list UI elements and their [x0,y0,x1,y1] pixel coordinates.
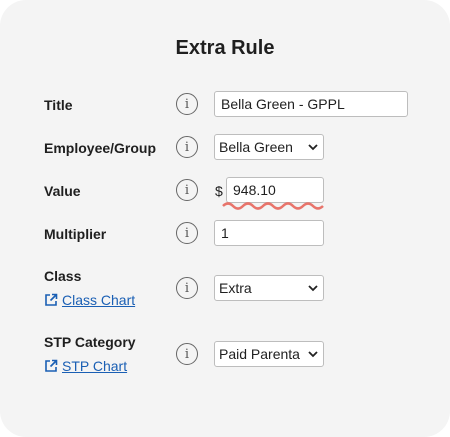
class-chart-link[interactable]: Class Chart [44,292,135,308]
class-chart-link-label: Class Chart [62,292,136,308]
info-icon[interactable]: i [176,343,198,365]
multiplier-input[interactable]: 1 [214,220,324,246]
employee-select-value: Bella Green [219,139,293,155]
dialog-title: Extra Rule [175,37,275,59]
external-link-icon [45,293,58,306]
info-icon[interactable]: i [176,179,198,201]
title-input-value: Bella Green - GPPL [221,96,345,112]
stp-category-select[interactable]: Paid Parenta [214,341,324,367]
chevron-down-icon [308,351,318,358]
class-label: Class [44,268,82,284]
dialog-card: Extra Rule Title i Bella Green - GPPL Em… [0,0,450,437]
spellcheck-underline [222,202,324,210]
chevron-down-icon [308,285,318,292]
info-icon[interactable]: i [176,93,198,115]
external-link-icon [45,359,58,372]
employee-label: Employee/Group [44,140,157,156]
multiplier-input-value: 1 [221,225,229,241]
info-icon[interactable]: i [176,277,198,299]
title-label: Title [44,97,73,113]
multiplier-label: Multiplier [44,226,107,242]
stp-chart-link[interactable]: STP Chart [44,358,127,374]
employee-select[interactable]: Bella Green [214,134,324,160]
info-icon[interactable]: i [176,136,198,158]
currency-symbol: $ [215,183,223,199]
info-icon[interactable]: i [176,222,198,244]
stp-category-label: STP Category [44,334,136,350]
class-select[interactable]: Extra [214,275,324,301]
stp-category-select-value: Paid Parenta [219,346,300,362]
value-label: Value [44,183,81,199]
class-select-value: Extra [219,280,252,296]
title-input[interactable]: Bella Green - GPPL [214,91,408,117]
chevron-down-icon [308,144,318,151]
value-input-value: 948.10 [233,182,276,198]
stp-chart-link-label: STP Chart [62,358,128,374]
